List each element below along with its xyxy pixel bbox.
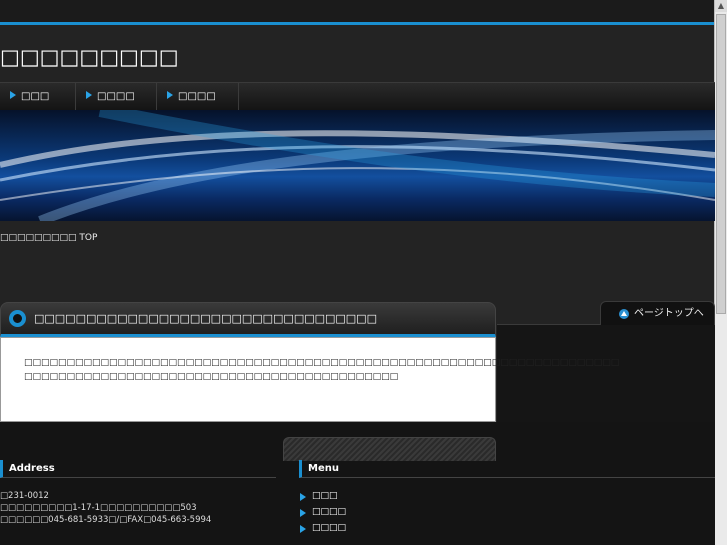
global-nav: □□□ □□□□ □□□□ — [0, 82, 715, 111]
nav-item-label: □□□ — [21, 91, 50, 102]
address-line: □□□□□□□□□1-17-1□□□□□□□□□□503 — [0, 503, 197, 513]
page-top-button[interactable]: ページトップへ — [600, 301, 715, 325]
nav-item-label: □□□□ — [97, 91, 135, 102]
footer-menu-label: □□□□ — [312, 507, 347, 517]
nav-item-2[interactable]: □□□□ — [76, 83, 157, 110]
address-heading: Address — [0, 460, 276, 478]
content-text-line: □□□□□□□□□□□□□□□□□□□□□□□□□□□□□□□□□□□□□□□□… — [24, 372, 399, 382]
address-line: □□□□□□045-681-5933□/□FAX□045-663-5994 — [0, 515, 212, 525]
footer-menu-item[interactable]: □□□□ — [300, 506, 346, 522]
content-heading: □□□□□□□□□□□□□□□□□□□□□□□□□□□□□□□□□ — [34, 312, 377, 325]
footer-menu-label: □□□□ — [312, 523, 347, 533]
arrow-right-icon — [300, 493, 306, 501]
address-line: □231-0012 — [0, 491, 49, 501]
footer-tab — [283, 437, 496, 461]
arrow-up-icon — [619, 309, 629, 319]
content-box-body: □□□□□□□□□□□□□□□□□□□□□□□□□□□□□□□□□□□□□□□□… — [0, 337, 620, 422]
top-bar — [0, 0, 715, 25]
arrow-right-icon — [167, 91, 173, 99]
footer-menu-item[interactable]: □□□□ — [300, 522, 346, 538]
page-top-label: ページトップへ — [634, 308, 704, 319]
scroll-thumb[interactable] — [716, 14, 726, 314]
hero-banner — [0, 110, 715, 221]
hero-light-streaks — [0, 110, 715, 221]
breadcrumb: □□□□□□□□□ TOP — [0, 233, 98, 243]
footer-menu: □□□ □□□□ □□□□ — [300, 490, 346, 538]
content-text-line: □□□□□□□□□□□□□□□□□□□□□□□□□□□□□□□□□□□□□□□□… — [24, 358, 620, 368]
site-title[interactable]: □□□□□□□□□ — [0, 45, 179, 69]
nav-item-1[interactable]: □□□ — [0, 83, 76, 110]
arrow-right-icon — [86, 91, 92, 99]
footer-menu-item[interactable]: □□□ — [300, 490, 346, 506]
menu-heading: Menu — [299, 460, 715, 478]
ring-icon — [9, 310, 26, 327]
nav-item-label: □□□□ — [178, 91, 216, 102]
address-block: □231-0012 □□□□□□□□□1-17-1□□□□□□□□□□503 □… — [0, 490, 211, 526]
nav-item-3[interactable]: □□□□ — [157, 83, 239, 110]
arrow-right-icon — [300, 525, 306, 533]
footer-menu-label: □□□ — [312, 491, 338, 501]
vertical-scrollbar[interactable]: ▲ — [714, 0, 727, 545]
arrow-right-icon — [10, 91, 16, 99]
content-box-header: □□□□□□□□□□□□□□□□□□□□□□□□□□□□□□□□□ — [0, 302, 496, 337]
arrow-right-icon — [300, 509, 306, 517]
scroll-up-icon[interactable]: ▲ — [715, 0, 727, 12]
